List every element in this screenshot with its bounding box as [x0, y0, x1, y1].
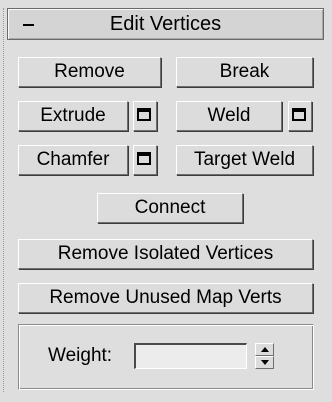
settings-window-icon [137, 108, 151, 121]
remove-button[interactable]: Remove [18, 57, 161, 87]
weight-spinner[interactable] [255, 343, 274, 370]
chamfer-button[interactable]: Chamfer [18, 145, 128, 175]
settings-window-icon [292, 108, 306, 121]
extrude-settings-button[interactable] [133, 101, 157, 131]
weld-settings-button[interactable] [288, 101, 312, 131]
rollout-title: Edit Vertices [109, 13, 222, 35]
chamfer-settings-button[interactable] [133, 145, 157, 175]
weld-button[interactable]: Weld [176, 101, 282, 131]
target-weld-button[interactable]: Target Weld [176, 145, 313, 175]
edit-vertices-panel: Edit Vertices Remove Break Extrude Weld … [0, 0, 332, 402]
spinner-down-button[interactable] [255, 356, 274, 369]
rollout-header[interactable]: Edit Vertices [7, 8, 324, 40]
weight-label: Weight: [48, 345, 113, 366]
panel-edge-line [3, 8, 5, 392]
remove-unused-map-verts-button[interactable]: Remove Unused Map Verts [18, 283, 313, 313]
break-button[interactable]: Break [176, 57, 313, 87]
spinner-up-button[interactable] [255, 343, 274, 356]
extrude-button[interactable]: Extrude [18, 101, 128, 131]
spinner-up-arrow-icon [261, 347, 269, 352]
remove-isolated-vertices-button[interactable]: Remove Isolated Vertices [18, 239, 313, 269]
connect-button[interactable]: Connect [97, 193, 243, 223]
weight-input[interactable] [134, 343, 247, 369]
spinner-down-arrow-icon [261, 360, 269, 365]
settings-window-icon [137, 152, 151, 165]
